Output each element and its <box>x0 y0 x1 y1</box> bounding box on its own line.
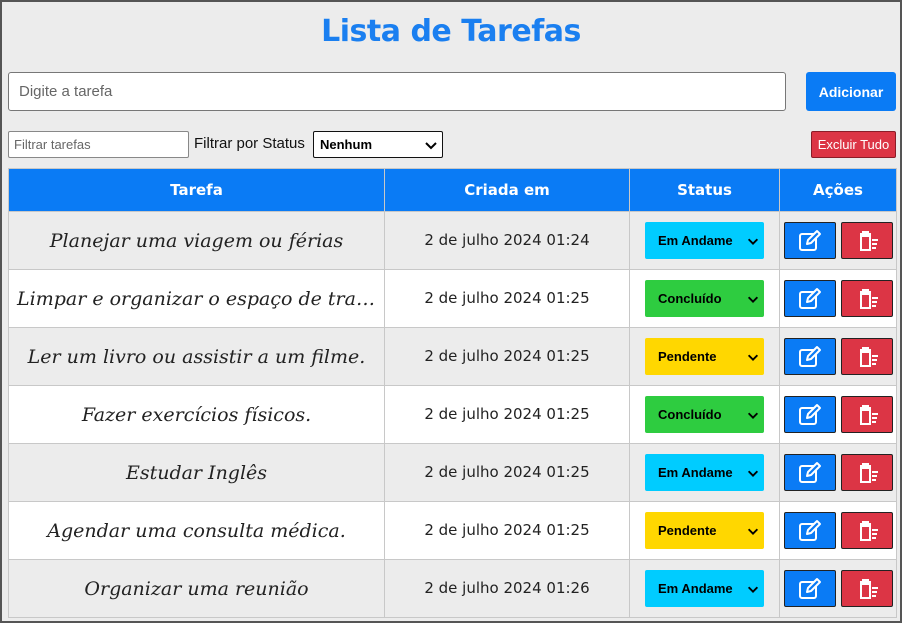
column-header-created: Criada em <box>384 168 630 212</box>
task-status-value: Pendente <box>658 523 717 538</box>
table-row: Organizar uma reunião 2 de julho 2024 01… <box>8 559 897 618</box>
task-created-date: 2 de julho 2024 01:25 <box>424 289 590 307</box>
task-status-select[interactable]: Concluído <box>645 280 764 317</box>
edit-task-button[interactable] <box>783 338 836 375</box>
task-name: Estudar Inglês <box>125 461 268 484</box>
task-actions <box>780 512 896 549</box>
edit-task-button[interactable] <box>783 512 836 549</box>
chevron-down-icon <box>747 354 759 361</box>
status-filter-select[interactable]: Nenhum <box>313 131 443 158</box>
delete-task-button[interactable] <box>840 222 893 259</box>
task-input[interactable] <box>8 72 786 111</box>
column-header-status: Status <box>629 168 780 212</box>
edit-icon <box>798 577 821 599</box>
edit-task-button[interactable] <box>783 396 836 433</box>
task-created-date: 2 de julho 2024 01:25 <box>424 347 590 365</box>
tasks-table: Tarefa Criada em Status Ações Planejar u… <box>8 168 897 618</box>
table-row: Estudar Inglês 2 de julho 2024 01:25 Em … <box>8 443 897 502</box>
task-status-select[interactable]: Em Andame <box>645 454 764 491</box>
trash-icon <box>859 520 878 541</box>
edit-icon <box>798 461 821 483</box>
table-row: Planejar uma viagem ou férias 2 de julho… <box>8 211 897 270</box>
edit-icon <box>798 287 821 309</box>
column-header-task: Tarefa <box>8 168 385 212</box>
task-actions <box>780 280 896 317</box>
table-row: Ler um livro ou assistir a um filme. 2 d… <box>8 327 897 386</box>
chevron-down-icon <box>747 528 759 535</box>
task-status-value: Em Andame <box>658 581 733 596</box>
app-window: Lista de Tarefas Adicionar Filtrar por S… <box>0 0 902 623</box>
delete-task-button[interactable] <box>840 454 893 491</box>
delete-task-button[interactable] <box>840 512 893 549</box>
table-row: Agendar uma consulta médica. 2 de julho … <box>8 501 897 560</box>
task-name: Planejar uma viagem ou férias <box>49 229 344 252</box>
trash-icon <box>859 230 878 251</box>
task-actions <box>780 338 896 375</box>
task-created-date: 2 de julho 2024 01:25 <box>424 463 590 481</box>
chevron-down-icon <box>747 238 759 245</box>
edit-icon <box>798 229 821 251</box>
chevron-down-icon <box>747 412 759 419</box>
task-name: Fazer exercícios físicos. <box>81 403 312 426</box>
task-status-select[interactable]: Pendente <box>645 338 764 375</box>
table-row: Fazer exercícios físicos. 2 de julho 202… <box>8 385 897 444</box>
task-name: Ler um livro ou assistir a um filme. <box>27 345 366 368</box>
task-status-select[interactable]: Em Andame <box>645 222 764 259</box>
task-created-date: 2 de julho 2024 01:25 <box>424 405 590 423</box>
page-title: Lista de Tarefas <box>321 14 581 49</box>
task-created-date: 2 de julho 2024 01:24 <box>424 231 590 249</box>
task-actions <box>780 454 896 491</box>
edit-icon <box>798 403 821 425</box>
edit-task-button[interactable] <box>783 222 836 259</box>
trash-icon <box>859 346 878 367</box>
trash-icon <box>859 404 878 425</box>
edit-task-button[interactable] <box>783 280 836 317</box>
task-status-value: Em Andame <box>658 233 733 248</box>
add-task-button[interactable]: Adicionar <box>806 72 896 111</box>
chevron-down-icon <box>747 470 759 477</box>
chevron-down-icon <box>747 586 759 593</box>
delete-task-button[interactable] <box>840 338 893 375</box>
table-row: Limpar e organizar o espaço de trabalh..… <box>8 269 897 328</box>
task-status-select[interactable]: Pendente <box>645 512 764 549</box>
task-created-date: 2 de julho 2024 01:25 <box>424 521 590 539</box>
chevron-down-icon <box>425 141 437 149</box>
status-filter-value: Nenhum <box>320 137 372 152</box>
delete-task-button[interactable] <box>840 396 893 433</box>
trash-icon <box>859 462 878 483</box>
task-created-date: 2 de julho 2024 01:26 <box>424 579 590 597</box>
delete-task-button[interactable] <box>840 280 893 317</box>
chevron-down-icon <box>747 296 759 303</box>
edit-task-button[interactable] <box>783 570 836 607</box>
column-header-actions: Ações <box>779 168 897 212</box>
delete-all-button[interactable]: Excluir Tudo <box>811 131 896 158</box>
task-actions <box>780 570 896 607</box>
edit-icon <box>798 345 821 367</box>
task-status-value: Em Andame <box>658 465 733 480</box>
trash-icon <box>859 578 878 599</box>
edit-task-button[interactable] <box>783 454 836 491</box>
task-name: Organizar uma reunião <box>84 577 309 600</box>
status-filter-label: Filtrar por Status <box>194 135 305 152</box>
tasks-table-body: Planejar uma viagem ou férias 2 de julho… <box>8 211 897 618</box>
edit-icon <box>798 519 821 541</box>
task-status-value: Pendente <box>658 349 717 364</box>
filter-tasks-input[interactable] <box>8 131 189 158</box>
task-name: Agendar uma consulta médica. <box>47 519 346 542</box>
task-actions <box>780 396 896 433</box>
task-status-value: Concluído <box>658 407 722 422</box>
task-status-value: Concluído <box>658 291 722 306</box>
task-actions <box>780 222 896 259</box>
delete-task-button[interactable] <box>840 570 893 607</box>
table-header-row: Tarefa Criada em Status Ações <box>8 168 897 212</box>
trash-icon <box>859 288 878 309</box>
task-status-select[interactable]: Em Andame <box>645 570 764 607</box>
task-name: Limpar e organizar o espaço de trabalh..… <box>17 287 384 310</box>
task-status-select[interactable]: Concluído <box>645 396 764 433</box>
